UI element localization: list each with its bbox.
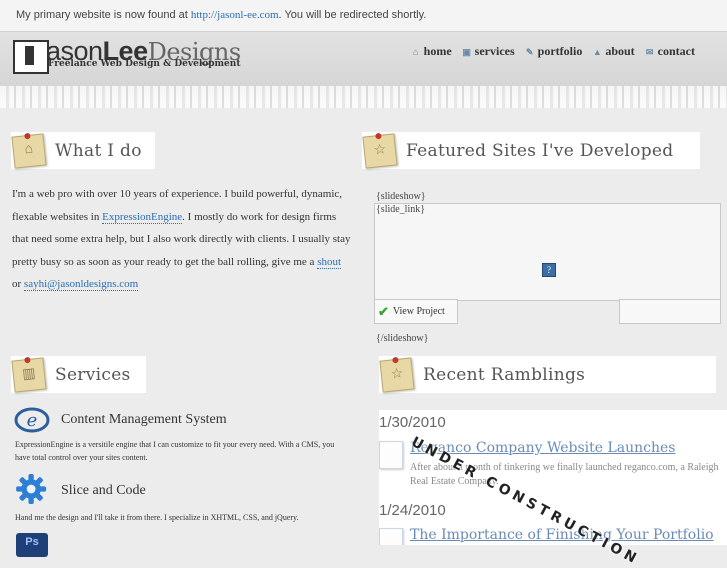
broken-image-icon: ? bbox=[542, 263, 556, 277]
view-project-label: View Project bbox=[392, 306, 445, 317]
star-note-icon-2: ☆ bbox=[379, 356, 415, 393]
nav-portfolio-label: portfolio bbox=[537, 44, 583, 58]
service-cms-title: Content Management System bbox=[61, 412, 227, 427]
gear-icon bbox=[16, 474, 47, 504]
main-nav: ⌂ home ▣ services ✎ portfolio ▲ about ✉ conta… bbox=[411, 44, 695, 59]
view-project-button[interactable]: ✔ View Project bbox=[374, 299, 458, 324]
svg-text:e: e bbox=[27, 410, 38, 431]
notice-text-after: . You will be redirected shortly. bbox=[278, 9, 427, 21]
about-paragraph: I'm a web pro with over 10 years of expe… bbox=[12, 183, 352, 296]
portfolio-icon: ✎ bbox=[525, 46, 534, 57]
services-heading: ▥ Services bbox=[11, 356, 146, 393]
ramble-date-2: 1/24/2010 bbox=[379, 502, 446, 519]
document-icon bbox=[379, 441, 403, 469]
home-icon: ⌂ bbox=[412, 46, 419, 57]
nav-about-label: about bbox=[605, 44, 635, 58]
logo-tagline: Freelance Web Design & Development bbox=[48, 59, 241, 69]
notice-text-before: My primary website is now found at bbox=[16, 9, 188, 21]
ramble-date: 1/30/2010 bbox=[379, 414, 446, 431]
email-link[interactable]: sayhi@jasonldesigns.com bbox=[23, 278, 139, 291]
expressionengine-icon: e bbox=[14, 407, 50, 433]
nav-services-label: services bbox=[474, 44, 515, 58]
services-title: Services bbox=[55, 364, 131, 385]
nav-contact-label: contact bbox=[657, 44, 695, 58]
new-site-link[interactable]: http://jasonl-ee.com bbox=[191, 9, 279, 21]
ramblings-title: Recent Ramblings bbox=[423, 364, 586, 385]
shout-link[interactable]: shout bbox=[317, 255, 342, 269]
slideshow-close-tag: {/slideshow} bbox=[376, 333, 429, 344]
site-logo[interactable]: asonLeeDesigns Freelance Web Design & De… bbox=[13, 36, 253, 76]
slide-link-tag: {slide_link} bbox=[376, 204, 426, 215]
check-icon: ✔ bbox=[378, 303, 389, 319]
featured-heading: ☆ Featured Sites I've Developed bbox=[362, 132, 700, 169]
what-i-do-title: What I do bbox=[55, 140, 142, 161]
logo-j-mark bbox=[13, 40, 49, 74]
what-i-do-heading: ⌂ What I do bbox=[11, 132, 155, 169]
service-cms-desc: ExpressionEngine is a versitile engine t… bbox=[15, 440, 335, 462]
house-note-icon: ⌂ bbox=[11, 132, 47, 169]
redirect-notice: My primary website is now found at http:… bbox=[0, 0, 727, 32]
chart-note-icon: ▥ bbox=[11, 356, 47, 393]
nav-portfolio[interactable]: ✎ portfolio bbox=[525, 44, 583, 59]
document-icon-2 bbox=[379, 528, 403, 545]
featured-title: Featured Sites I've Developed bbox=[406, 140, 674, 161]
about-icon: ▲ bbox=[592, 46, 602, 57]
expressionengine-link[interactable]: ExpressionEngine bbox=[102, 210, 183, 224]
header-grunge-border bbox=[0, 86, 727, 108]
slideshow-frame: {slide_link} ? bbox=[374, 203, 721, 301]
nav-home[interactable]: ⌂ home bbox=[411, 44, 452, 59]
nav-services[interactable]: ▣ services bbox=[462, 44, 515, 59]
nav-home-label: home bbox=[423, 44, 452, 58]
redirect-notice-text: My primary website is now found at http:… bbox=[16, 9, 426, 21]
service-slice-title: Slice and Code bbox=[61, 483, 146, 498]
star-note-icon: ☆ bbox=[362, 132, 398, 169]
contact-icon: ✉ bbox=[645, 46, 654, 57]
photoshop-icon: Ps bbox=[16, 533, 48, 557]
nav-contact[interactable]: ✉ contact bbox=[645, 44, 695, 59]
slideshow-nav-box bbox=[619, 299, 721, 324]
nav-about[interactable]: ▲ about bbox=[592, 44, 635, 59]
services-icon: ▣ bbox=[462, 46, 471, 57]
about-text-3: or bbox=[12, 278, 24, 290]
slideshow-open-tag: {slideshow} bbox=[376, 191, 426, 202]
service-slice-desc: Hand me the design and I'll take it from… bbox=[15, 513, 299, 522]
ramblings-heading: ☆ Recent Ramblings bbox=[379, 356, 716, 393]
